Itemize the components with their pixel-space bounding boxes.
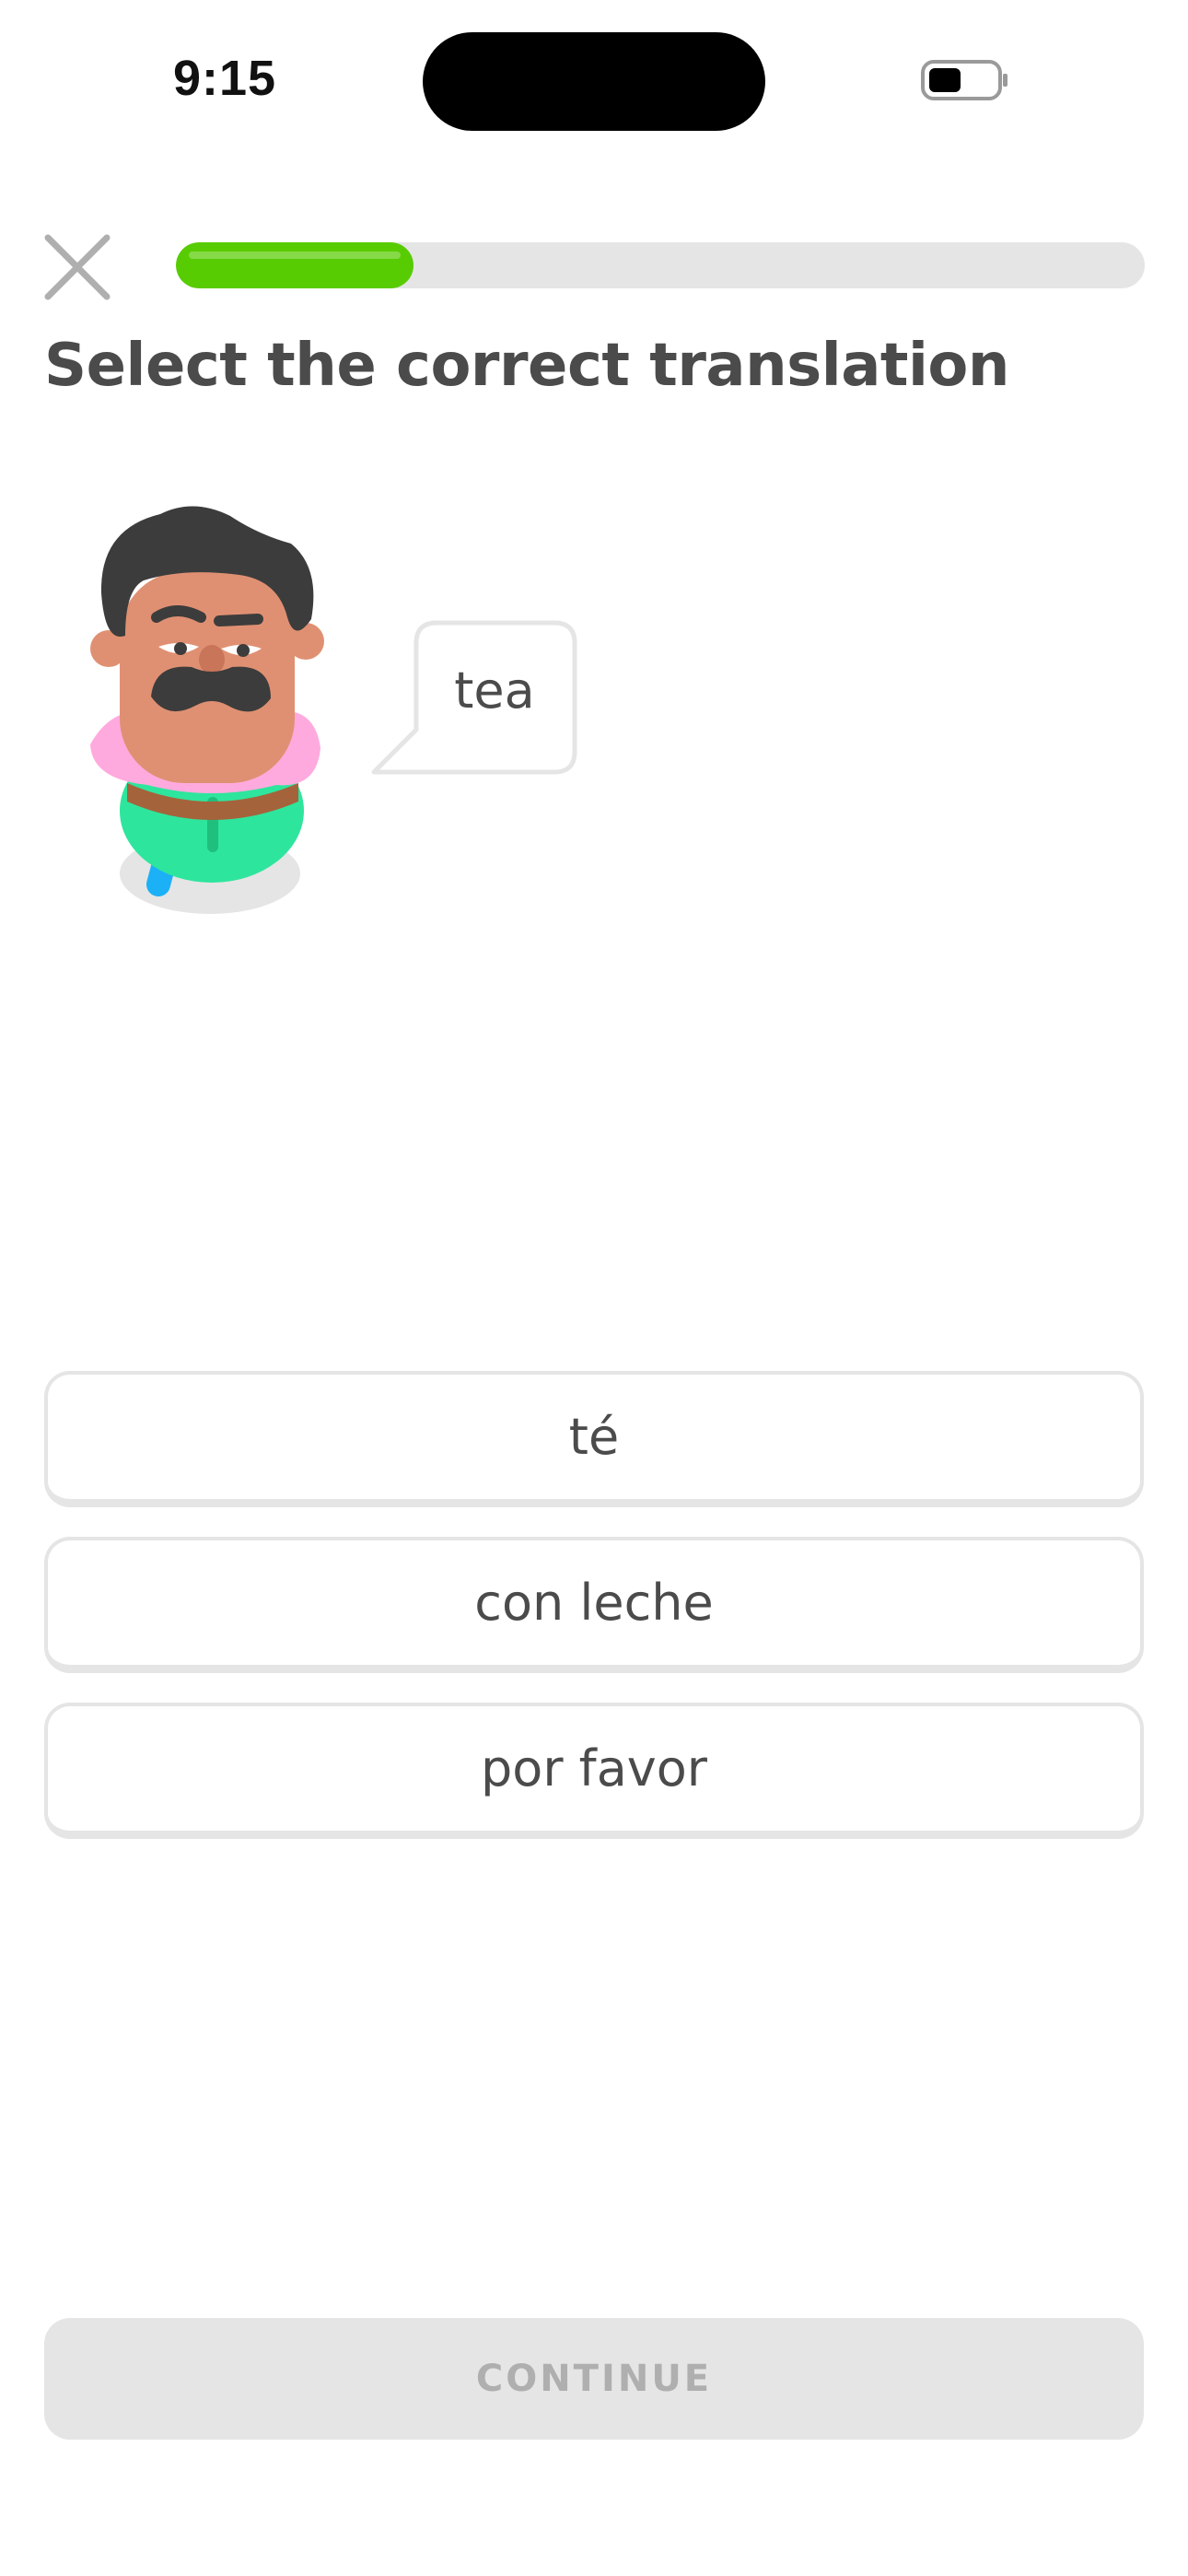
lesson-progress-bar — [176, 242, 1145, 288]
progress-shine — [189, 252, 401, 259]
prompt-title: Select the correct translation — [44, 332, 1009, 400]
choice-option-3[interactable]: por favor — [44, 1703, 1144, 1839]
battery-icon — [921, 60, 1007, 100]
speech-bubble-word: tea — [454, 662, 535, 720]
choice-option-1[interactable]: té — [44, 1371, 1144, 1507]
status-time: 9:15 — [173, 51, 277, 106]
continue-button[interactable]: CONTINUE — [44, 2318, 1144, 2440]
dynamic-island — [423, 32, 765, 131]
close-icon[interactable] — [42, 232, 112, 302]
lesson-progress-fill — [176, 242, 413, 288]
status-bar: 9:15 — [0, 0, 1188, 147]
duo-character-icon — [90, 506, 324, 914]
choice-option-2[interactable]: con leche — [44, 1537, 1144, 1673]
